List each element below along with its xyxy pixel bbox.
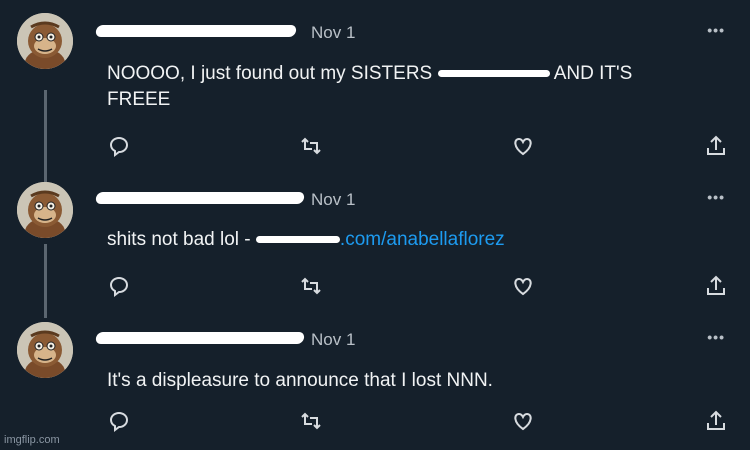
timeline: Nov 1 ••• NOOOO, I just found out my SIS… [0, 0, 750, 450]
like-icon[interactable] [510, 273, 536, 299]
tweet-text-line: FREEE [107, 89, 171, 110]
tweet-text-part: shits not bad lol - [107, 229, 256, 250]
retweet-icon[interactable] [298, 133, 324, 159]
more-options-icon[interactable]: ••• [707, 189, 725, 205]
more-options-icon[interactable]: ••• [707, 22, 725, 38]
tweet-text-part: NOOOO, I just found out my SISTERS [107, 63, 438, 84]
tweet-text-part: AND IT'S [549, 63, 633, 84]
reply-icon[interactable] [106, 133, 132, 159]
share-icon[interactable] [703, 408, 729, 434]
tweet[interactable]: Nov 1 ••• shits not bad lol - .com/anabe… [0, 170, 750, 320]
tweet-link[interactable]: .com/anabellaflorez [340, 229, 505, 250]
tweet-date[interactable]: Nov 1 [311, 23, 355, 43]
tweet-actions [0, 408, 750, 434]
avatar[interactable] [17, 13, 73, 69]
tweet-actions [0, 273, 750, 299]
share-icon[interactable] [703, 273, 729, 299]
ape-avatar-icon [17, 13, 73, 69]
tweet-text: It's a displeasure to announce that I lo… [107, 370, 493, 391]
tweet-actions [0, 133, 750, 159]
redaction-scribble [255, 236, 340, 244]
retweet-icon[interactable] [298, 273, 324, 299]
ape-avatar-icon [17, 322, 73, 378]
redaction-scribble [437, 70, 550, 78]
tweet-text: NOOOO, I just found out my SISTERS AND I… [107, 61, 632, 113]
tweet-date[interactable]: Nov 1 [311, 330, 355, 350]
like-icon[interactable] [510, 133, 536, 159]
avatar[interactable] [17, 322, 73, 378]
tweet-date[interactable]: Nov 1 [311, 190, 355, 210]
redacted-username [94, 25, 298, 37]
reply-icon[interactable] [106, 273, 132, 299]
retweet-icon[interactable] [298, 408, 324, 434]
share-icon[interactable] [703, 133, 729, 159]
redacted-username [94, 192, 306, 204]
reply-icon[interactable] [106, 408, 132, 434]
tweet-text: shits not bad lol - .com/anabellaflorez [107, 227, 505, 253]
ape-avatar-icon [17, 182, 73, 238]
watermark: imgflip.com [4, 434, 60, 446]
more-options-icon[interactable]: ••• [707, 329, 725, 345]
tweet[interactable]: Nov 1 ••• It's a displeasure to announce… [0, 310, 750, 450]
like-icon[interactable] [510, 408, 536, 434]
redacted-username [94, 332, 306, 344]
tweet[interactable]: Nov 1 ••• NOOOO, I just found out my SIS… [0, 0, 750, 170]
avatar[interactable] [17, 182, 73, 238]
